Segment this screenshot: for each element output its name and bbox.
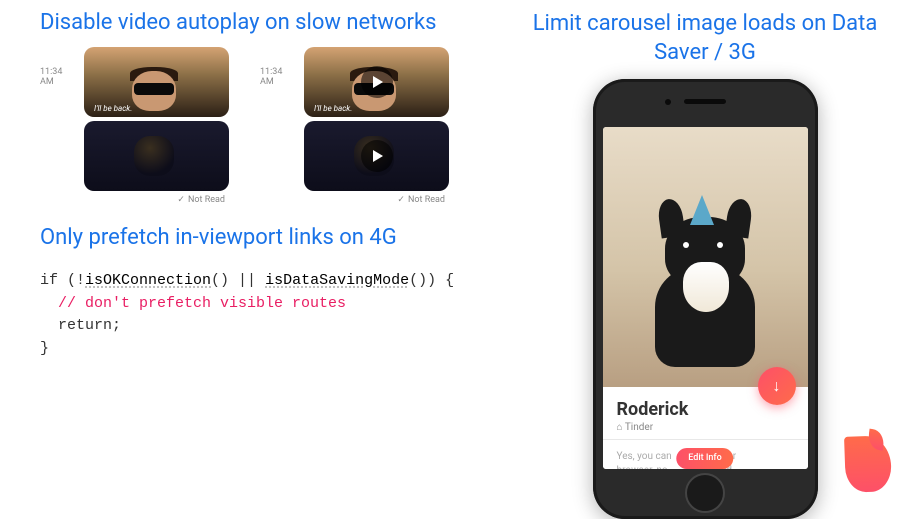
timestamp: 11:34 AM [260,47,298,87]
chat-comparison: 11:34 AM I'll be back. [20,47,480,205]
download-icon: ↓ [773,376,781,396]
download-fab[interactable]: ↓ [758,367,796,405]
profile-tip: Yes, you can in your browser, no eeded. … [603,440,808,469]
heading-carousel: Limit carousel image loads on Data Saver… [510,10,900,67]
video-thumbnail [84,121,229,191]
code-snippet: if (!isOKConnection() || isDataSavingMod… [20,262,480,368]
edit-info-button[interactable]: Edit Info [676,448,733,469]
video-caption: I'll be back. [314,104,352,113]
profile-subtitle: Tinder [617,422,794,433]
phone-camera [665,99,671,105]
home-button[interactable] [685,473,725,513]
phone-screen: ↓ Roderick Tinder Yes, you can in your b… [603,127,808,469]
tinder-logo [845,436,895,496]
heading-autoplay: Disable video autoplay on slow networks [20,10,480,35]
chat-noautoplay-col: 11:34 AM I'll be back. [260,47,460,205]
play-icon[interactable] [361,66,393,98]
read-status: ✓Not Read [40,195,240,205]
timestamp: 11:34 AM [40,47,78,87]
play-icon[interactable] [361,140,393,172]
phone-speaker [684,99,726,104]
video-caption: I'll be back. [94,104,132,113]
check-icon: ✓ [397,195,405,205]
heading-prefetch: Only prefetch in-viewport links on 4G [20,225,480,250]
profile-image [603,127,808,387]
read-status: ✓Not Read [260,195,460,205]
video-thumbnail: I'll be back. [84,47,229,117]
check-icon: ✓ [177,195,185,205]
video-thumbnail-paused [304,121,449,191]
phone-mockup: ↓ Roderick Tinder Yes, you can in your b… [593,79,818,519]
chat-autoplay-col: 11:34 AM I'll be back. [40,47,240,205]
video-thumbnail-paused: I'll be back. [304,47,449,117]
